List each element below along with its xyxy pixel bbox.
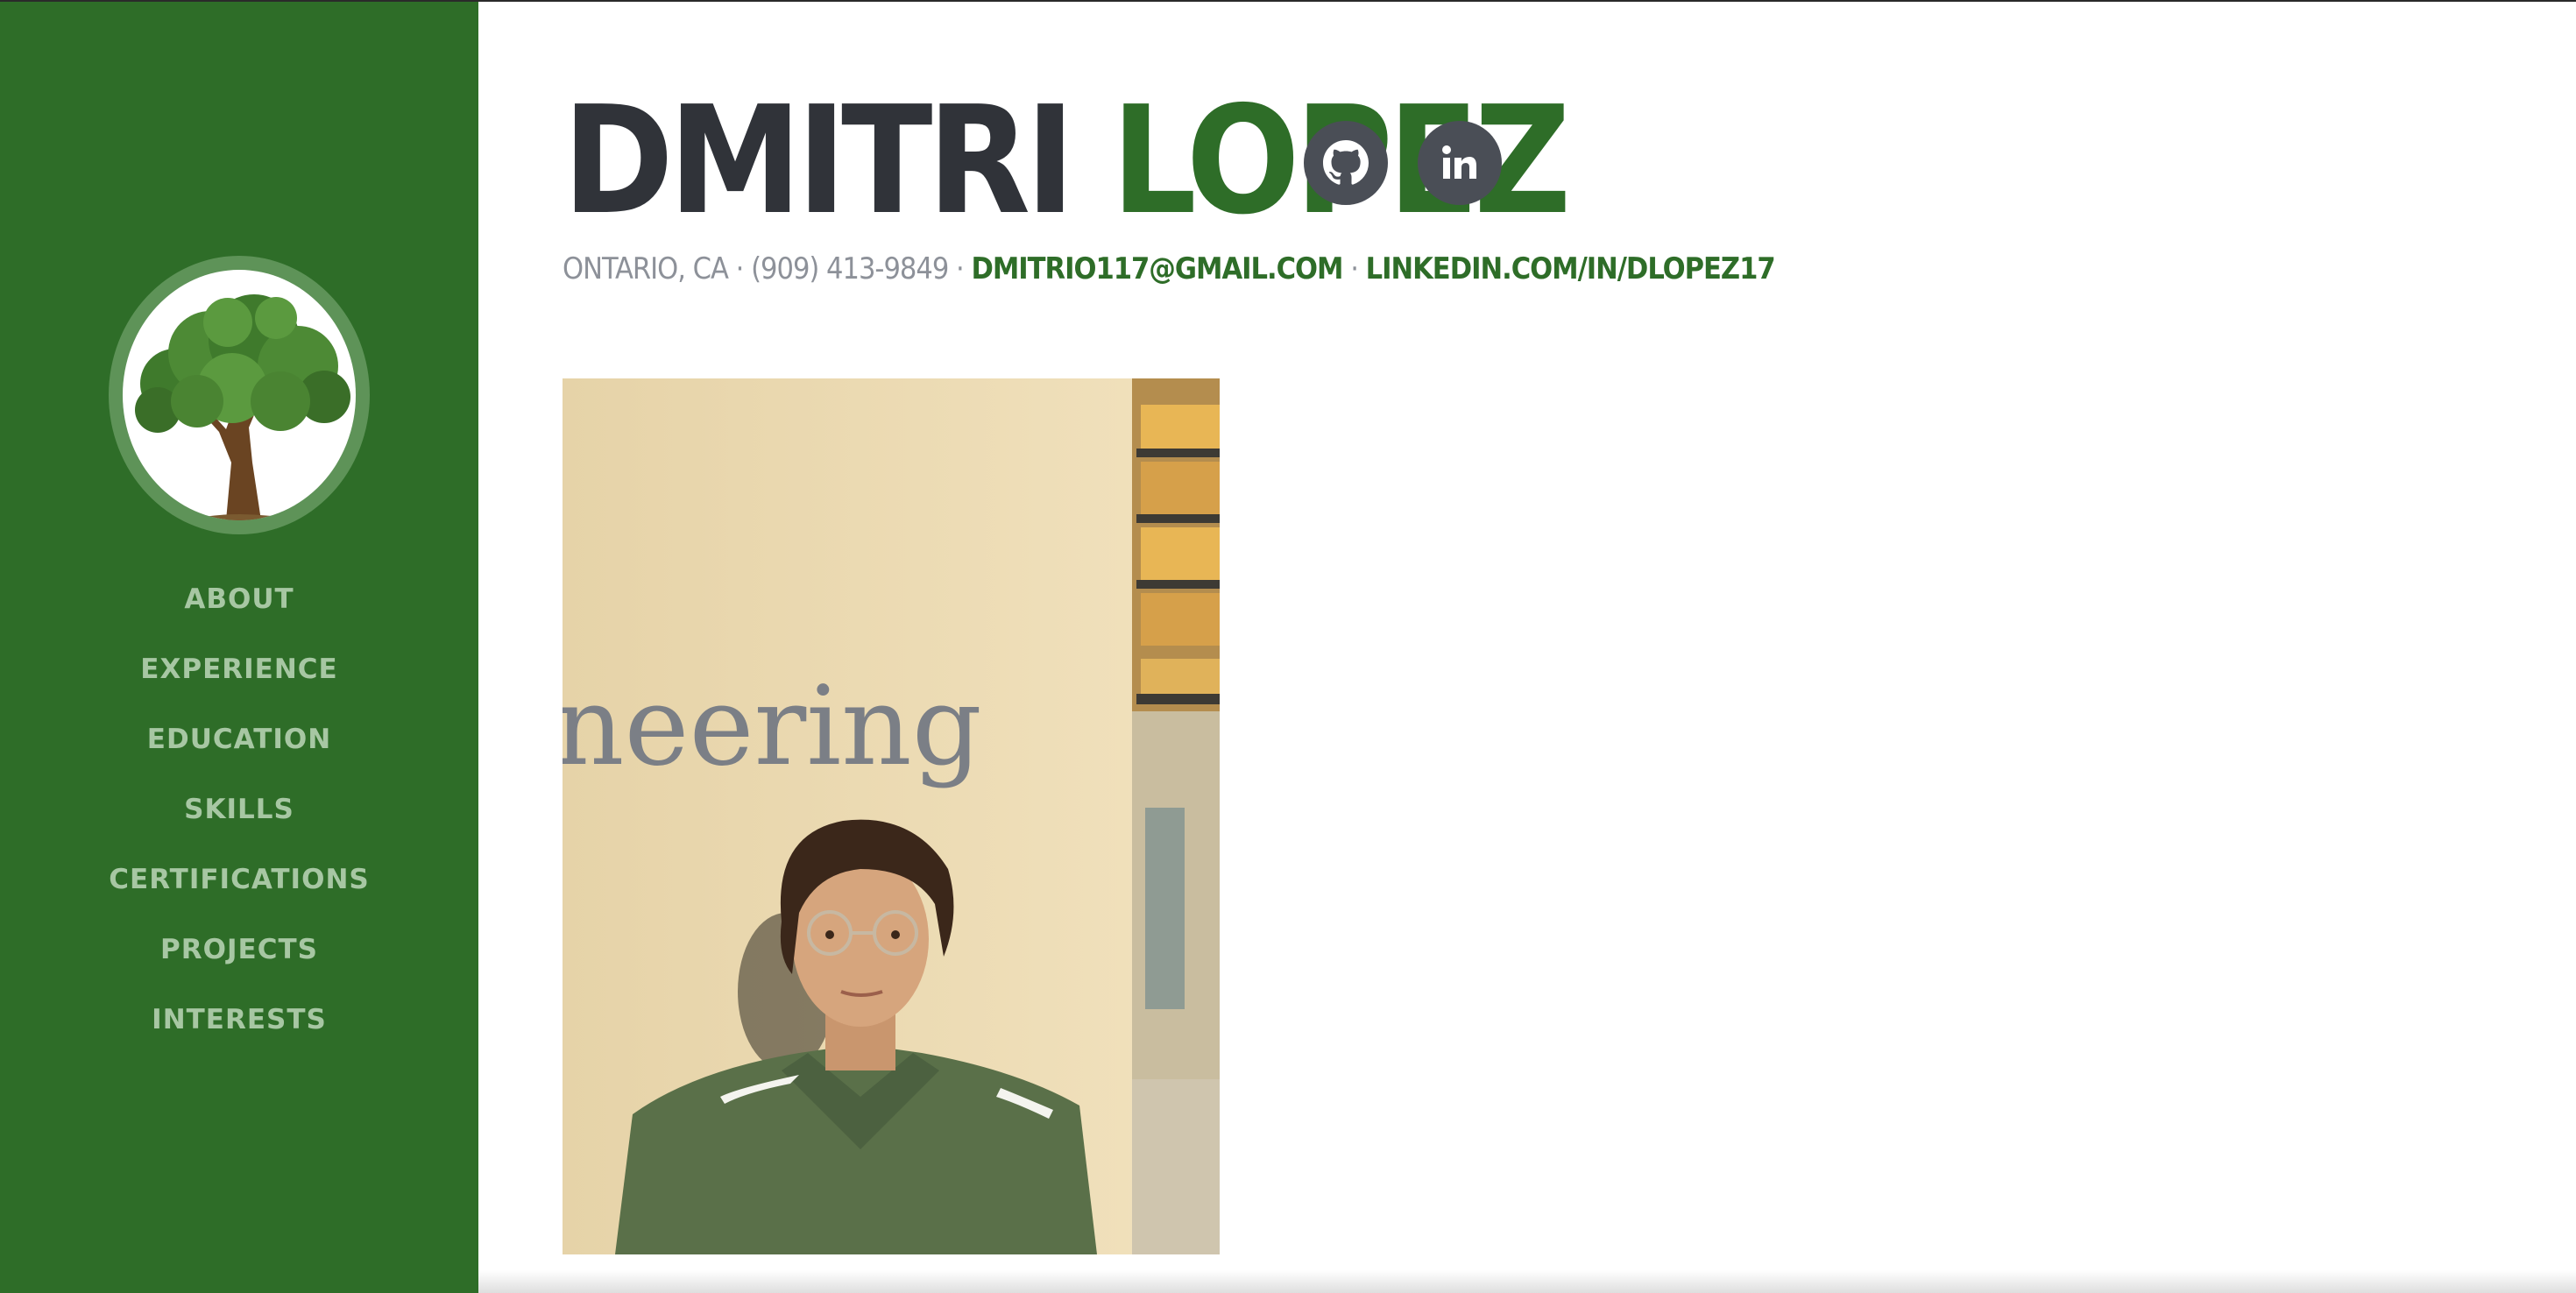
email-link[interactable]: DMITRIO117@GMAIL.COM [971,251,1343,286]
sidebar-nav: ABOUT EXPERIENCE EDUCATION SKILLS CERTIF… [0,576,478,1066]
separator: · [1342,251,1366,286]
linkedin-icon [1442,145,1476,179]
location-text: ONTARIO, CA [563,251,729,286]
nav-item-certifications[interactable]: CERTIFICATIONS [0,856,478,926]
nav-item-projects[interactable]: PROJECTS [0,926,478,996]
main-content: DMITRI LOPEZ ONTARIO, CA · (909) 413-984… [478,2,2576,1293]
sidebar: ABOUT EXPERIENCE EDUCATION SKILLS CERTIF… [0,2,478,1293]
first-name: DMITRI [563,74,1075,248]
github-icon [1323,140,1369,185]
contact-line: ONTARIO, CA · (909) 413-9849 · DMITRIO11… [563,249,1776,289]
phone-text: (909) 413-9849 [751,251,949,286]
linkedin-link[interactable]: LINKEDIN.COM/IN/DLOPEZ17 [1366,251,1776,286]
nav-item-experience[interactable]: EXPERIENCE [0,646,478,716]
nav-item-skills[interactable]: SKILLS [0,786,478,856]
bottom-edge-shadow [478,1270,2576,1293]
nav-item-about[interactable]: ABOUT [0,576,478,646]
profile-photo: neering [563,378,1220,1254]
sign-text: neering [563,663,982,790]
page-title: DMITRI LOPEZ [563,82,1571,240]
linkedin-button[interactable] [1418,121,1502,205]
tree-logo [123,270,356,520]
separator: · [948,251,972,286]
avatar [109,256,370,534]
nav-item-education[interactable]: EDUCATION [0,716,478,786]
portrait-image: neering [563,378,1220,1254]
nav-item-interests[interactable]: INTERESTS [0,996,478,1066]
github-button[interactable] [1304,121,1388,205]
tree-icon [135,294,350,520]
separator: · [727,251,752,286]
browser-window: ABOUT EXPERIENCE EDUCATION SKILLS CERTIF… [0,0,2576,1293]
